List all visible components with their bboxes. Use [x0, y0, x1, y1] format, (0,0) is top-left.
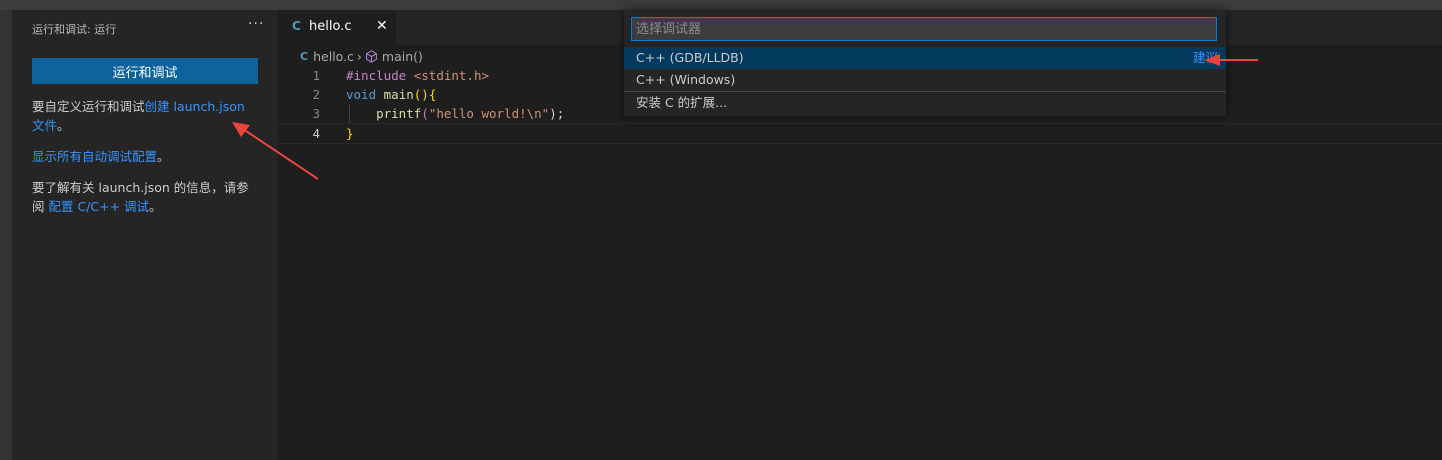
debugger-search-input[interactable] [631, 17, 1217, 41]
code-text: } [346, 124, 354, 143]
line-number: 3 [312, 106, 320, 121]
chevron-right-icon: › [356, 49, 362, 64]
select-debugger-quick-pick: C++ (GDB/LLDB) 建议 C++ (Windows) 安装 C 的扩展… [624, 10, 1226, 116]
learn-more-hint: 要了解有关 launch.json 的信息，请参阅 配置 C/C++ 调试。 [32, 178, 258, 216]
show-configs-hint: 显示所有自动调试配置。 [32, 147, 258, 166]
brace-token: } [346, 126, 354, 141]
breadcrumb-file[interactable]: hello.c [313, 49, 354, 64]
activity-bar [0, 10, 12, 460]
paren-token: () [413, 87, 429, 102]
show-configs-end: 。 [157, 149, 170, 164]
function-token: main [383, 87, 414, 102]
method-cube-icon [366, 50, 377, 63]
line-number: 1 [312, 68, 320, 83]
more-actions-icon[interactable]: ··· [248, 16, 264, 32]
breadcrumb: Chello.c › main() [300, 48, 423, 66]
quick-pick-item-windows[interactable]: C++ (Windows) [624, 69, 1226, 91]
menu-bar [0, 0, 1442, 10]
line-number: 4 [312, 126, 320, 141]
function-token: printf [376, 106, 422, 121]
run-and-debug-button[interactable]: 运行和调试 [32, 58, 258, 84]
header-token: <stdint.h> [413, 68, 490, 83]
string-token: "hello world!\n" [428, 106, 550, 121]
preprocessor-token: #include [346, 68, 407, 83]
quick-pick-item-gdb-lldb[interactable]: C++ (GDB/LLDB) 建议 [624, 47, 1226, 69]
sidebar-title: 运行和调试: 运行 [32, 23, 117, 36]
recommended-tag: 建议 [1192, 50, 1218, 65]
show-auto-debug-configs-link[interactable]: 显示所有自动调试配置 [32, 149, 157, 164]
code-text: void main(){ [346, 85, 436, 104]
c-file-icon: C [300, 50, 309, 63]
indent-guide [349, 104, 350, 123]
c-file-icon: C [292, 19, 301, 33]
run-debug-sidebar: 运行和调试: 运行 ··· 运行和调试 要自定义运行和调试创建 launch.j… [12, 10, 278, 460]
quick-pick-item-label: C++ (GDB/LLDB) [636, 50, 744, 65]
customize-hint: 要自定义运行和调试创建 launch.json 文件。 [32, 97, 258, 135]
paren-token: ( [421, 106, 429, 121]
tab-label: hello.c [309, 19, 352, 34]
code-text: printf("hello world!\n"); [346, 104, 564, 123]
quick-pick-item-label: C++ (Windows) [636, 72, 736, 87]
quick-pick-item-label: 安装 C 的扩展... [636, 95, 728, 110]
code-editor[interactable]: 1 #include <stdint.h> 2 void main(){ 3 p… [278, 66, 1442, 460]
punctuation-token: ); [549, 106, 565, 121]
indent-token [346, 106, 376, 121]
keyword-token: void [346, 87, 377, 102]
configure-cpp-debug-link[interactable]: 配置 C/C++ 调试 [49, 199, 150, 214]
close-icon[interactable]: ✕ [376, 18, 388, 34]
line-number: 2 [312, 87, 320, 102]
brace-token: { [428, 87, 437, 102]
quick-pick-item-install-extension[interactable]: 安装 C 的扩展... [624, 92, 1226, 114]
customize-hint-text: 要自定义运行和调试 [32, 99, 145, 114]
learn-more-end: 。 [149, 199, 162, 214]
tab-hello-c[interactable]: C hello.c ✕ [278, 10, 396, 45]
code-line-current: 4 } [278, 123, 1442, 144]
customize-hint-end: 。 [57, 118, 70, 133]
breadcrumb-symbol[interactable]: main() [382, 49, 423, 64]
code-text: #include <stdint.h> [346, 66, 489, 85]
